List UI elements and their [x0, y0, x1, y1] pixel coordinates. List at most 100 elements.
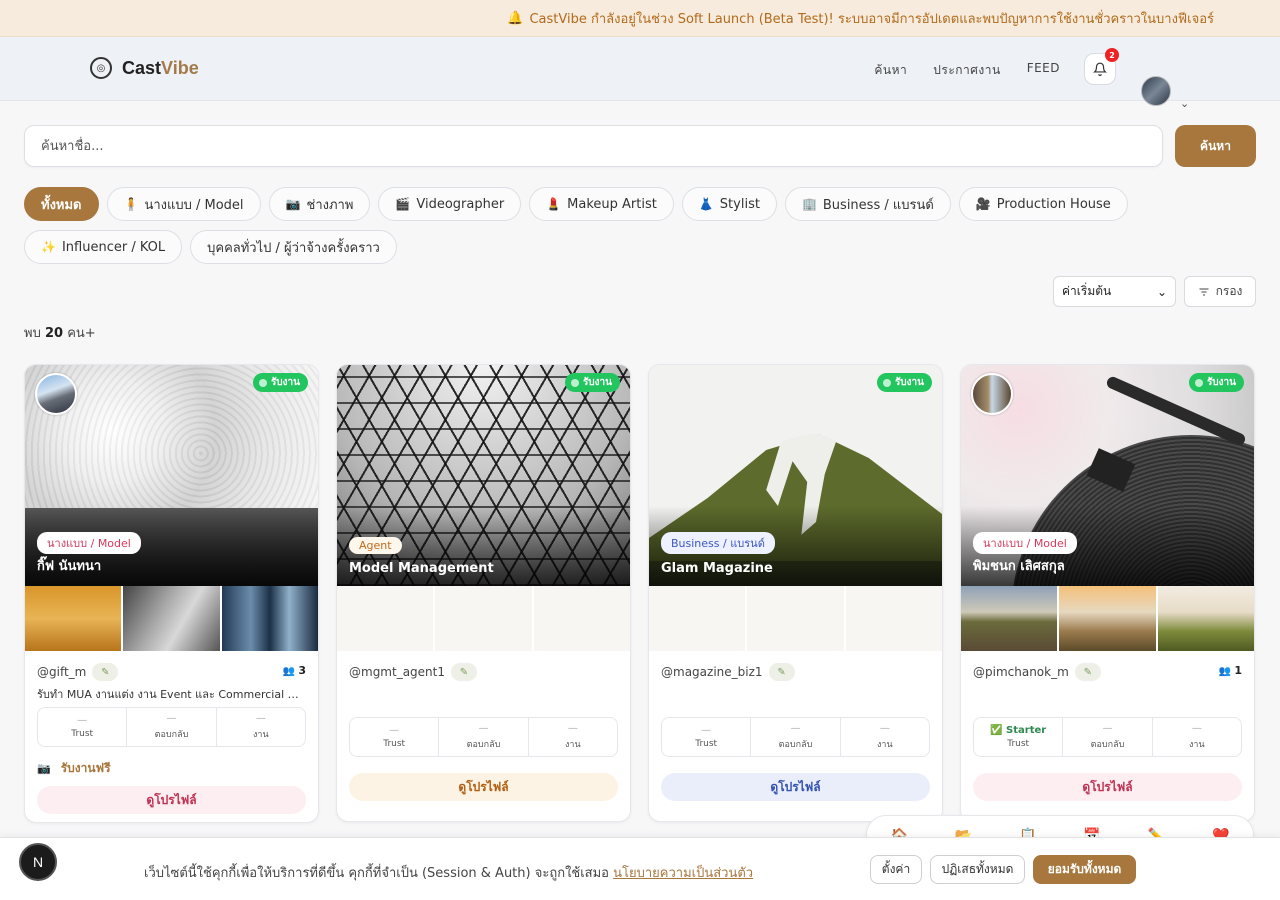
profile-name: กิ๊ฟ นันทนา: [37, 559, 102, 574]
portfolio-image[interactable]: [123, 586, 220, 651]
pencil-icon: ✎: [451, 663, 477, 681]
cookie-settings-button[interactable]: ตั้งค่า: [870, 855, 922, 884]
username: @gift_m: [37, 665, 87, 679]
bell-icon: [1093, 62, 1107, 76]
status-badge: รับงาน: [876, 373, 932, 392]
search-button[interactable]: ค้นหา: [1175, 125, 1256, 167]
cookie-banner: เว็บไซต์นี้ใช้คุกกี้เพื่อให้บริการที่ดีข…: [0, 837, 1280, 900]
chevron-down-icon: ⌄: [1156, 284, 1167, 299]
view-profile-button[interactable]: ดูโปรไฟล์: [973, 773, 1242, 801]
profile-card[interactable]: รับงาน Agent Model Management @mgmt_agen…: [336, 364, 631, 822]
view-profile-button[interactable]: ดูโปรไฟล์: [37, 786, 306, 814]
stats-box: — Trust — ตอบกลับ — งาน: [349, 717, 618, 757]
portfolio-image[interactable]: [221, 586, 318, 651]
username: @mgmt_agent1: [349, 665, 445, 679]
reject-all-button[interactable]: ปฏิเสธทั้งหมด: [930, 855, 1025, 884]
cover-image: รับงาน Business / แบรนด์ Glam Magazine: [649, 365, 942, 586]
portfolio-image[interactable]: [25, 586, 122, 651]
profile-name: Glam Magazine: [661, 561, 773, 576]
status-badge: รับงาน: [252, 373, 308, 392]
portfolio-gallery: [961, 586, 1254, 651]
accept-all-button[interactable]: ยอมรับทั้งหมด: [1033, 855, 1136, 884]
sort-row: ค่าเริ่มต้น ⌄ กรอง: [1053, 276, 1256, 307]
search-input[interactable]: [24, 125, 1163, 167]
view-profile-button[interactable]: ดูโปรไฟล์: [349, 773, 618, 801]
camera-icon: 📷: [37, 762, 51, 775]
avatar: [971, 373, 1013, 415]
building-icon: 🏢: [801, 197, 817, 211]
results-count: พบ 20 คน+: [24, 326, 96, 341]
cover-image: รับงาน นางแบบ / Model พิมชนก เลิศสกุล: [961, 365, 1254, 586]
profile-name: พิมชนก เลิศสกุล: [973, 559, 1065, 574]
sort-select[interactable]: ค่าเริ่มต้น ⌄: [1053, 276, 1176, 307]
profile-name: Model Management: [349, 561, 494, 576]
top-navigation: ◎ CastVibe ค้นหา ประกาศงาน FEED 2 ⌄: [0, 37, 1280, 110]
movie-camera-icon: 🎥: [975, 197, 991, 211]
status-badge: รับงาน: [564, 373, 620, 392]
category-tag: Business / แบรนด์: [661, 532, 775, 554]
people-icon: 👥: [1218, 666, 1232, 677]
sparkles-icon: ✨: [41, 240, 56, 254]
chip-production[interactable]: 🎥 Production House: [958, 187, 1128, 221]
starter-badge: ✅ Starter: [990, 725, 1047, 736]
search-row: ค้นหา: [24, 125, 1256, 167]
username: @pimchanok_m: [973, 665, 1069, 679]
username: @magazine_biz1: [661, 665, 763, 679]
chip-stylist[interactable]: 👗 Stylist: [681, 187, 777, 221]
bell-icon: 🔔: [507, 10, 524, 26]
followers-count: 👥 3: [282, 664, 306, 677]
free-work-label: 📷 รับงานฟรี: [37, 761, 111, 775]
chip-general[interactable]: บุคคลทั่วไป / ผู้ว่าจ้างครั้งคราว: [190, 230, 397, 264]
brand-name: CastVibe: [122, 57, 199, 78]
nav-search[interactable]: ค้นหา: [874, 61, 907, 80]
filter-button[interactable]: กรอง: [1184, 276, 1256, 307]
user-avatar[interactable]: [1141, 76, 1171, 106]
chip-videographer[interactable]: 🎬 Videographer: [378, 187, 522, 221]
category-tag: Agent: [349, 537, 402, 554]
portfolio-gallery: [25, 586, 318, 651]
category-tag: นางแบบ / Model: [973, 532, 1077, 554]
chip-photographer[interactable]: 📷 ช่างภาพ: [268, 187, 371, 221]
announcement-text: CastVibe กำลังอยู่ในช่วง Soft Launch (Be…: [529, 11, 1214, 27]
chip-model[interactable]: 🧍 นางแบบ / Model: [106, 187, 261, 221]
chevron-down-icon[interactable]: ⌄: [1180, 97, 1189, 110]
privacy-policy-link[interactable]: นโยบายความเป็นส่วนตัว: [613, 866, 753, 881]
lipstick-icon: 💄: [546, 197, 562, 211]
profile-card[interactable]: รับงาน Business / แบรนด์ Glam Magazine @…: [648, 364, 943, 822]
profile-card[interactable]: รับงาน นางแบบ / Model กิ๊ฟ นันทนา @gift_…: [24, 364, 319, 823]
pencil-icon: ✎: [1074, 663, 1101, 681]
chip-all[interactable]: ทั้งหมด: [24, 187, 99, 221]
followers-count: 👥 1: [1218, 664, 1242, 677]
portfolio-gallery: [649, 586, 942, 651]
camera-icon: 📷: [285, 197, 301, 211]
filter-icon: [1199, 288, 1209, 295]
portfolio-image[interactable]: [1157, 586, 1254, 651]
announcement-bar: 🔔 CastVibe กำลังอยู่ในช่วง Soft Launch (…: [0, 0, 1280, 37]
profile-card[interactable]: รับงาน นางแบบ / Model พิมชนก เลิศสกุล @p…: [960, 364, 1255, 822]
stats-box: ✅ Starter Trust — ตอบกลับ — งาน: [973, 717, 1242, 757]
nav-jobs[interactable]: ประกาศงาน: [933, 61, 1000, 80]
portfolio-image[interactable]: [961, 586, 1058, 651]
pencil-icon: ✎: [92, 663, 119, 681]
logo[interactable]: ◎ CastVibe: [90, 57, 199, 79]
nav-feed[interactable]: FEED: [1027, 61, 1060, 80]
view-profile-button[interactable]: ดูโปรไฟล์: [661, 773, 930, 801]
dress-icon: 👗: [698, 197, 714, 211]
nav-links: ค้นหา ประกาศงาน FEED: [874, 61, 1060, 80]
stats-box: — Trust — ตอบกลับ — งาน: [37, 707, 306, 747]
chip-makeup[interactable]: 💄 Makeup Artist: [529, 187, 674, 221]
category-chips: ทั้งหมด 🧍 นางแบบ / Model 📷 ช่างภาพ 🎬 Videog…: [24, 187, 1184, 264]
clapper-icon: 🎬: [395, 197, 411, 211]
portfolio-image[interactable]: [1059, 586, 1156, 651]
dev-tools-badge[interactable]: N: [19, 843, 57, 881]
chip-business[interactable]: 🏢 Business / แบรนด์: [784, 187, 951, 221]
cookie-text: เว็บไซต์นี้ใช้คุกกี้เพื่อให้บริการที่ดีข…: [144, 866, 754, 881]
status-badge: รับงาน: [1188, 373, 1244, 392]
notification-badge: 2: [1105, 48, 1119, 62]
logo-icon: ◎: [90, 57, 112, 79]
person-icon: 🧍: [123, 197, 139, 211]
chip-influencer[interactable]: ✨ Influencer / KOL: [24, 230, 183, 264]
cover-image: รับงาน นางแบบ / Model กิ๊ฟ นันทนา: [25, 365, 318, 586]
avatar: [35, 373, 77, 415]
notifications-button[interactable]: 2: [1084, 48, 1119, 85]
